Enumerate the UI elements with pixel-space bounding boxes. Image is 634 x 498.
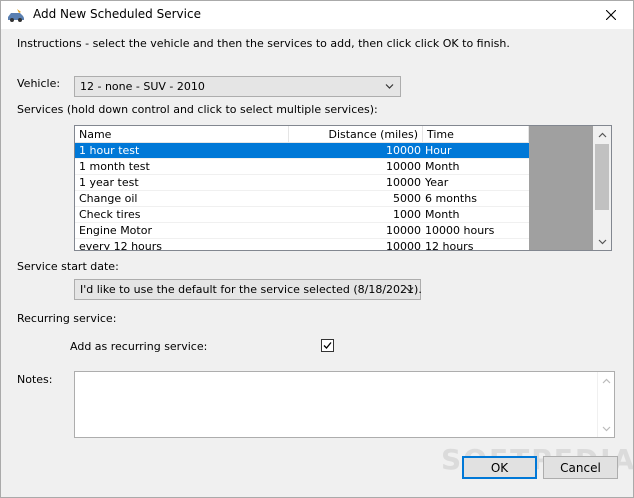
column-header-time[interactable]: Time xyxy=(423,126,529,143)
table-row[interactable]: 1 hour test 10000 Hour xyxy=(75,143,529,159)
vehicle-label: Vehicle: xyxy=(17,77,61,90)
recurring-checkbox[interactable] xyxy=(321,339,334,352)
chevron-up-icon xyxy=(598,132,606,137)
vehicle-dropdown[interactable]: 12 - none - SUV - 2010 xyxy=(74,76,401,97)
row-time: Month xyxy=(425,208,460,221)
row-name: 1 month test xyxy=(79,160,150,173)
instructions-text: Instructions - select the vehicle and th… xyxy=(17,37,510,50)
row-distance: 5000 xyxy=(393,192,421,205)
row-time: 10000 hours xyxy=(425,224,495,237)
row-name: Check tires xyxy=(79,208,141,221)
car-service-icon xyxy=(8,9,24,22)
services-label: Services (hold down control and click to… xyxy=(17,103,378,116)
vehicle-dropdown-value: 12 - none - SUV - 2010 xyxy=(80,80,205,93)
table-row[interactable]: Change oil 5000 6 months xyxy=(75,191,529,207)
table-row[interactable]: 1 month test 10000 Month xyxy=(75,159,529,175)
chevron-down-icon xyxy=(602,426,611,431)
start-date-label: Service start date: xyxy=(17,260,119,273)
checkmark-icon xyxy=(323,342,332,349)
notes-scrollbar[interactable] xyxy=(597,372,614,437)
table-row[interactable]: Check tires 1000 Month xyxy=(75,207,529,223)
chevron-up-icon xyxy=(602,378,611,383)
row-name: every 12 hours xyxy=(79,240,162,251)
row-time: 6 months xyxy=(425,192,477,205)
column-header-distance[interactable]: Distance (miles) xyxy=(289,126,423,143)
listview-header: Name Distance (miles) Time xyxy=(75,126,529,143)
dialog-window: Add New Scheduled Service Instructions -… xyxy=(0,0,634,498)
row-time: Hour xyxy=(425,144,452,157)
scroll-up-button[interactable] xyxy=(593,126,611,143)
scroll-thumb[interactable] xyxy=(595,144,609,210)
chevron-down-icon xyxy=(598,239,606,244)
row-name: Change oil xyxy=(79,192,138,205)
window-title: Add New Scheduled Service xyxy=(33,7,201,21)
close-icon xyxy=(606,10,616,20)
row-distance: 10000 xyxy=(386,160,421,173)
row-distance: 10000 xyxy=(386,176,421,189)
row-distance: 10000 xyxy=(386,240,421,251)
row-time: Year xyxy=(425,176,449,189)
notes-label: Notes: xyxy=(17,373,53,386)
row-time: 12 hours xyxy=(425,240,474,251)
table-row[interactable]: 1 year test 10000 Year xyxy=(75,175,529,191)
listview-scrollbar[interactable] xyxy=(593,126,611,250)
row-distance: 10000 xyxy=(386,144,421,157)
listview-empty-area xyxy=(529,126,593,250)
table-row[interactable]: every 12 hours 10000 12 hours xyxy=(75,239,529,251)
row-distance: 10000 xyxy=(386,224,421,237)
title-bar[interactable]: Add New Scheduled Service xyxy=(1,1,633,29)
column-header-name[interactable]: Name xyxy=(75,126,289,143)
scroll-down-button[interactable] xyxy=(593,233,611,250)
recurring-label: Recurring service: xyxy=(17,312,117,325)
chevron-down-icon xyxy=(385,84,394,89)
row-distance: 1000 xyxy=(393,208,421,221)
close-button[interactable] xyxy=(589,1,633,29)
row-name: 1 year test xyxy=(79,176,139,189)
cancel-button[interactable]: Cancel xyxy=(543,456,618,479)
chevron-down-icon xyxy=(405,287,414,292)
recurring-checkbox-label: Add as recurring service: xyxy=(70,340,208,353)
start-date-dropdown-value: I'd like to use the default for the serv… xyxy=(80,283,422,296)
table-row[interactable]: Engine Motor 10000 10000 hours xyxy=(75,223,529,239)
services-listview[interactable]: Name Distance (miles) Time 1 hour test 1… xyxy=(74,125,612,251)
row-time: Month xyxy=(425,160,460,173)
notes-scroll-down-button[interactable] xyxy=(598,420,615,437)
row-name: Engine Motor xyxy=(79,224,152,237)
notes-scroll-up-button[interactable] xyxy=(598,372,615,389)
notes-textarea[interactable] xyxy=(74,371,615,438)
start-date-dropdown[interactable]: I'd like to use the default for the serv… xyxy=(74,279,422,300)
ok-button[interactable]: OK xyxy=(462,456,537,479)
listview-rows: 1 hour test 10000 Hour 1 month test 1000… xyxy=(75,143,529,251)
row-name: 1 hour test xyxy=(79,144,140,157)
